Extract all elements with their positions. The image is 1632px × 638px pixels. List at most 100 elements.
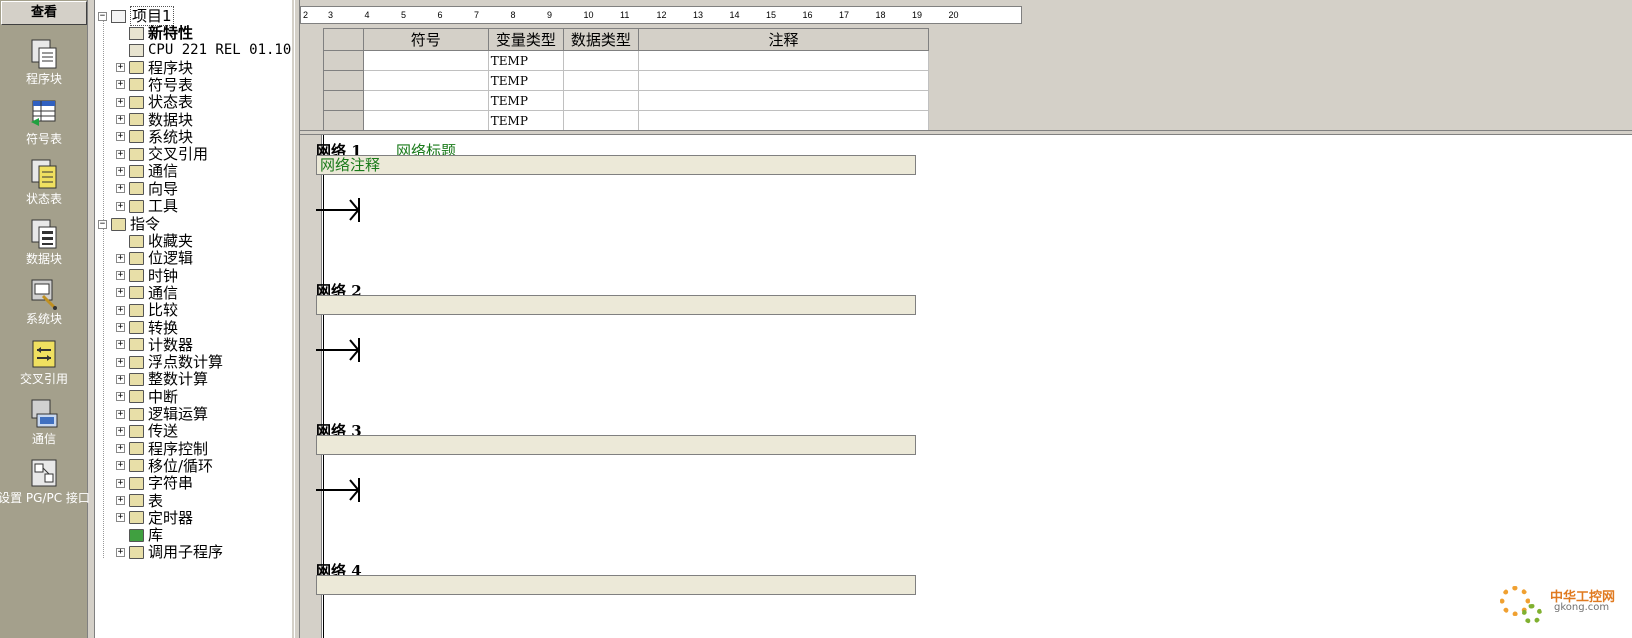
table-cell[interactable]: TEMP	[487, 50, 564, 71]
tree-project-item[interactable]: + 交叉引用	[116, 145, 208, 163]
tree-instruction-item[interactable]: + 表	[116, 492, 163, 510]
expand-icon[interactable]: +	[116, 149, 125, 159]
tree-project-item[interactable]: + 状态表	[116, 93, 193, 111]
collapse-icon[interactable]: −	[98, 11, 107, 21]
tree-project-item[interactable]: CPU 221 REL 01.10	[116, 41, 291, 59]
table-row[interactable]: TEMP	[323, 90, 930, 111]
expand-icon[interactable]: +	[116, 253, 125, 263]
tree-instruction-item[interactable]: + 程序控制	[116, 440, 208, 458]
tree-project-item[interactable]: + 通信	[116, 162, 178, 180]
view-program-block[interactable]: 程序块	[0, 38, 88, 86]
expand-icon[interactable]: +	[116, 97, 125, 107]
tree-instruction-item[interactable]: 库	[116, 526, 163, 544]
ladder-rung-start[interactable]	[316, 198, 360, 222]
tree-instruction-item[interactable]: + 位逻辑	[116, 249, 193, 267]
view-set-pgpc-interface[interactable]: 设置 PG/PC 接口	[0, 458, 90, 505]
tree-project-item[interactable]: + 工具	[116, 197, 178, 215]
table-cell[interactable]	[562, 50, 639, 71]
tree-instructions[interactable]: − 指令	[98, 215, 160, 233]
expand-icon[interactable]: +	[116, 340, 125, 350]
tree-instruction-item[interactable]: + 浮点数计算	[116, 353, 223, 371]
expand-icon[interactable]: +	[116, 166, 125, 176]
tree-instruction-item[interactable]: + 计数器	[116, 336, 193, 354]
expand-icon[interactable]: +	[116, 184, 125, 194]
column-header-data-type[interactable]: 数据类型	[562, 28, 639, 51]
tree-instruction-item[interactable]: 收藏夹	[116, 232, 193, 250]
tree-instruction-item[interactable]: + 定时器	[116, 509, 193, 527]
expand-icon[interactable]: +	[116, 63, 125, 73]
expand-icon[interactable]: +	[116, 80, 125, 90]
table-cell[interactable]	[362, 50, 489, 71]
tree-project-item[interactable]: + 向导	[116, 180, 178, 198]
tree-project-item[interactable]: + 符号表	[116, 76, 193, 94]
expand-icon[interactable]: +	[116, 201, 125, 211]
tree-instruction-item[interactable]: + 中断	[116, 388, 178, 406]
table-cell[interactable]: TEMP	[487, 90, 564, 111]
view-status-table[interactable]: 状态表	[0, 158, 88, 206]
tree-instruction-item[interactable]: + 调用子程序	[116, 543, 223, 561]
network-comment[interactable]	[316, 435, 916, 455]
tree-instruction-item[interactable]: + 传送	[116, 422, 178, 440]
network-comment[interactable]	[316, 575, 916, 595]
expand-icon[interactable]: +	[116, 392, 125, 402]
column-header-comment[interactable]: 注释	[637, 28, 930, 51]
tree-instruction-item[interactable]: + 比较	[116, 301, 178, 319]
tree-project-item[interactable]: + 程序块	[116, 59, 193, 77]
expand-icon[interactable]: +	[116, 547, 125, 557]
table-cell[interactable]	[362, 70, 489, 91]
expand-icon[interactable]: +	[116, 271, 125, 281]
expand-icon[interactable]: +	[116, 409, 125, 419]
tree-instruction-item[interactable]: + 通信	[116, 284, 178, 302]
column-header-symbol[interactable]: 符号	[362, 28, 489, 51]
expand-icon[interactable]: +	[116, 461, 125, 471]
tree-project-item[interactable]: 新特性	[116, 24, 193, 42]
tree-instruction-item[interactable]: + 转换	[116, 319, 178, 337]
table-row[interactable]: TEMP	[323, 50, 930, 71]
network-comment[interactable]	[316, 295, 916, 315]
table-cell[interactable]	[637, 70, 930, 91]
ladder-rung-start[interactable]	[316, 338, 360, 362]
row-header[interactable]	[323, 50, 364, 71]
expand-icon[interactable]: +	[116, 305, 125, 315]
view-communication[interactable]: 通信	[0, 398, 88, 446]
tree-instruction-item[interactable]: + 时钟	[116, 267, 178, 285]
expand-icon[interactable]: +	[116, 115, 125, 124]
table-cell[interactable]	[637, 110, 930, 131]
table-cell[interactable]	[637, 90, 930, 111]
ladder-rung-start[interactable]	[316, 478, 360, 502]
row-header[interactable]	[323, 70, 364, 91]
view-data-block[interactable]: 数据块	[0, 218, 88, 266]
tree-instruction-item[interactable]: + 逻辑运算	[116, 405, 208, 423]
network-comment[interactable]: 网络注释	[316, 155, 916, 175]
collapse-icon[interactable]: −	[98, 219, 107, 229]
row-header[interactable]	[323, 90, 364, 111]
expand-icon[interactable]: +	[116, 132, 125, 142]
expand-icon[interactable]: +	[116, 323, 125, 332]
tree-project-item[interactable]: + 系统块	[116, 128, 193, 146]
row-header[interactable]	[323, 110, 364, 131]
expand-icon[interactable]: +	[116, 426, 125, 436]
view-symbol-table[interactable]: 符号表	[0, 98, 88, 146]
table-cell[interactable]	[562, 70, 639, 91]
column-header-var-type[interactable]: 变量类型	[487, 28, 564, 51]
view-system-block[interactable]: 系统块	[0, 278, 88, 326]
table-cell[interactable]	[637, 50, 930, 71]
table-cell[interactable]	[362, 110, 489, 131]
ladder-editor[interactable]: 网络 1 网络标题 网络注释 网络 2 网络 3 网络 4	[300, 135, 1632, 638]
tree-instruction-item[interactable]: + 字符串	[116, 474, 193, 492]
tree-project-item[interactable]: + 数据块	[116, 111, 193, 129]
view-bar-header[interactable]: 查看	[1, 1, 87, 25]
expand-icon[interactable]: +	[116, 496, 125, 505]
tree-root-project[interactable]: − 项目1	[98, 6, 174, 26]
expand-icon[interactable]: +	[116, 444, 125, 454]
expand-icon[interactable]: +	[116, 478, 125, 488]
expand-icon[interactable]: +	[116, 374, 125, 384]
table-row[interactable]: TEMP	[323, 70, 930, 91]
table-cell[interactable]	[562, 110, 639, 131]
expand-icon[interactable]: +	[116, 288, 125, 298]
view-cross-reference[interactable]: 交叉引用	[0, 338, 88, 386]
expand-icon[interactable]: +	[116, 513, 125, 523]
tree-instruction-item[interactable]: + 移位/循环	[116, 457, 213, 475]
tree-instruction-item[interactable]: + 整数计算	[116, 370, 208, 388]
table-cell[interactable]: TEMP	[487, 70, 564, 91]
